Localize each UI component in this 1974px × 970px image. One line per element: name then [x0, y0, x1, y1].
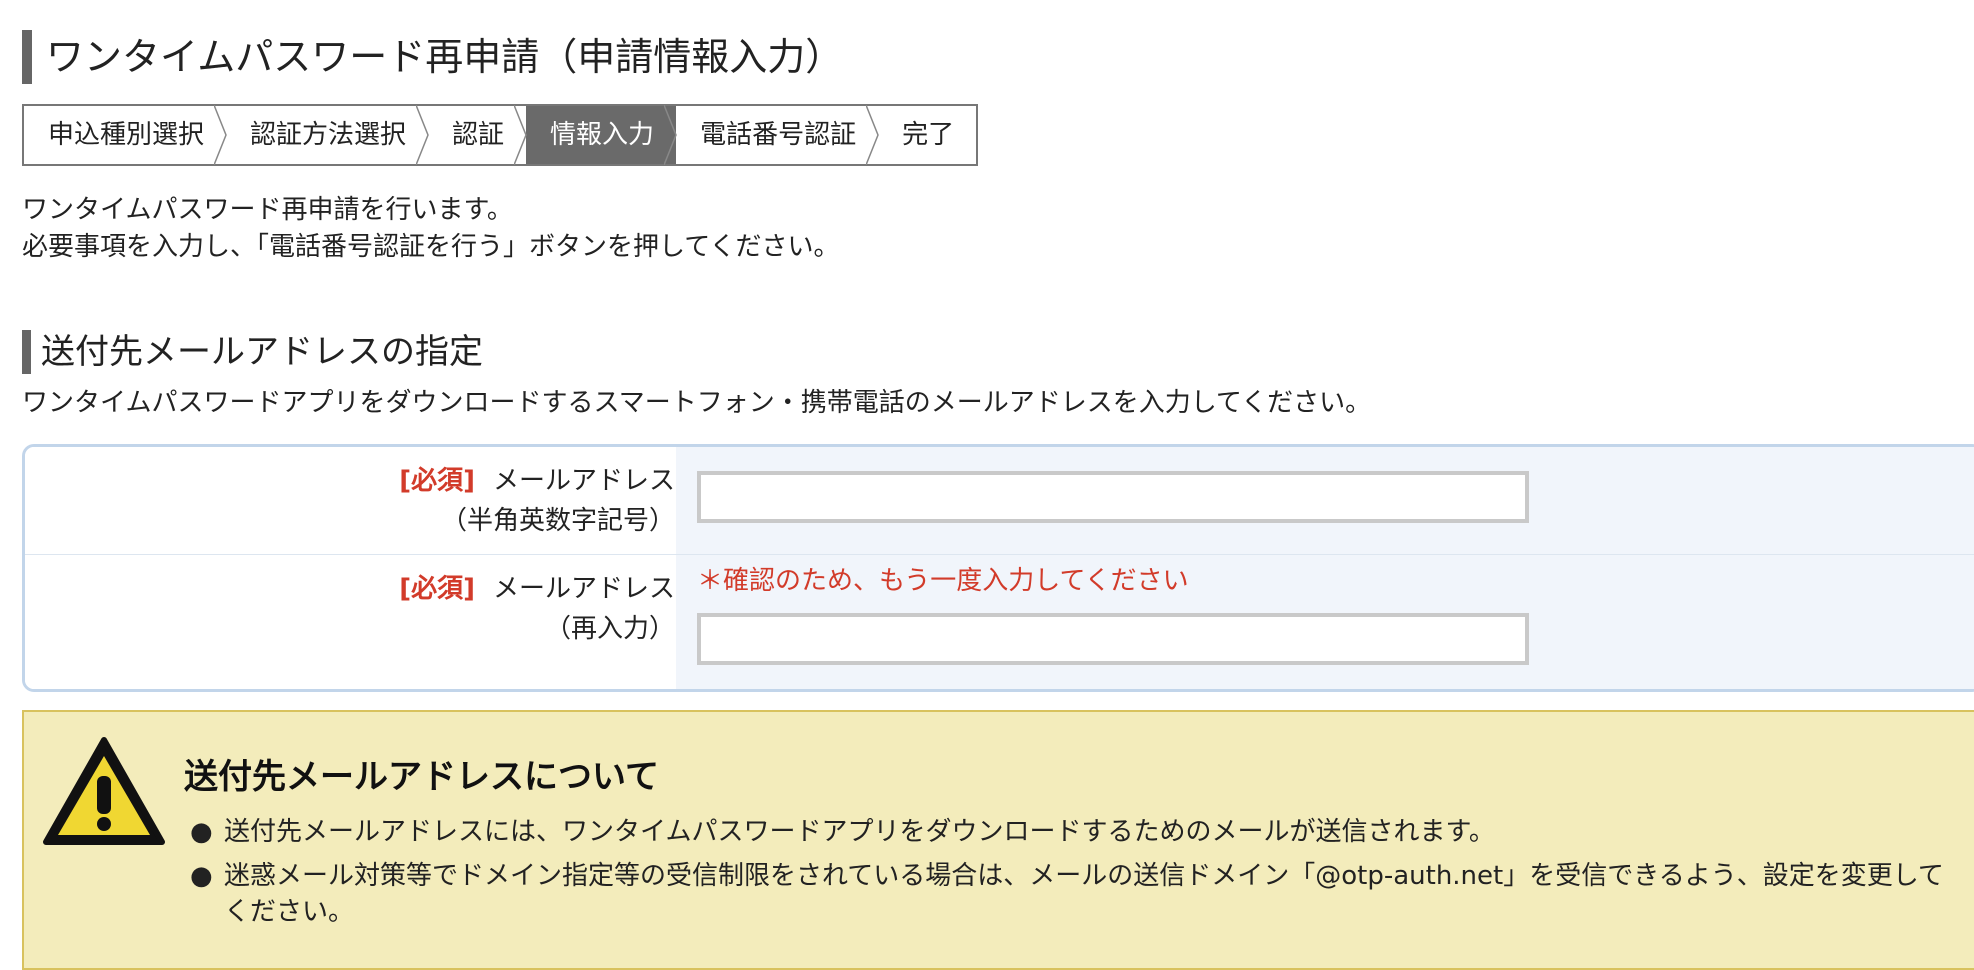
step-label: 認証	[452, 120, 505, 150]
chevron-right-icon	[866, 105, 879, 165]
required-badge: [必須]	[399, 466, 475, 496]
step-label: 申込種別選択	[48, 120, 205, 150]
email-form: [必須] メールアドレス （半角英数字記号） [必須] メールアドレス （再入力） …	[22, 444, 1974, 692]
email-input-cell	[676, 447, 1974, 554]
notice-item-text: 送付先メールアドレスには、ワンタイムパスワードアプリをダウンロードするためのメー…	[224, 817, 1495, 847]
notice-box: 送付先メールアドレスについて ● 送付先メールアドレスには、ワンタイムパスワード…	[22, 710, 1974, 970]
chevron-right-icon	[514, 105, 527, 165]
email-label: [必須] メールアドレス （半角英数字記号）	[25, 447, 675, 554]
step-label: 電話番号認証	[700, 120, 857, 150]
step-label: 情報入力	[550, 120, 655, 150]
progress-steps: 申込種別選択 認証方法選択 認証 情報入力 電話番号認証 完了	[22, 104, 979, 166]
step-label: 認証方法選択	[250, 120, 407, 150]
section-description: ワンタイムパスワードアプリをダウンロードするスマートフォン・携帯電話のメールアド…	[22, 388, 1372, 418]
chevron-right-icon	[416, 105, 429, 165]
notice-list: ● 送付先メールアドレスには、ワンタイムパスワードアプリをダウンロードするための…	[190, 814, 1960, 938]
intro-line-2: 必要事項を入力し、「電話番号認証を行う」ボタンを押してください。	[22, 232, 840, 262]
email-sublabel: （半角英数字記号）	[440, 506, 675, 536]
email-confirm-sublabel: （再入力）	[544, 614, 675, 644]
step-auth: 認証	[428, 105, 527, 165]
bullet-icon: ●	[190, 861, 213, 891]
email-confirm-input-cell: ＊確認のため、もう一度入力してください	[676, 555, 1974, 689]
intro-line-1: ワンタイムパスワード再申請を行います。	[22, 195, 513, 225]
step-label: 完了	[902, 120, 955, 150]
form-row-email: [必須] メールアドレス （半角英数字記号）	[25, 447, 1974, 555]
chevron-right-icon	[214, 105, 227, 165]
email-label-text: メールアドレス	[492, 466, 675, 496]
step-type-select: 申込種別選択	[24, 105, 227, 165]
step-phone-auth: 電話番号認証	[676, 105, 879, 165]
notice-title: 送付先メールアドレスについて	[184, 757, 659, 797]
notice-item: ● 迷惑メール対策等でドメイン指定等の受信制限をされている場合は、メールの送信ド…	[190, 858, 1960, 930]
bullet-icon: ●	[190, 817, 213, 847]
step-complete: 完了	[878, 106, 976, 164]
email-confirm-input[interactable]	[697, 613, 1529, 665]
warning-icon	[43, 737, 165, 845]
required-badge: [必須]	[399, 574, 475, 604]
section-title: 送付先メールアドレスの指定	[22, 330, 483, 374]
email-confirm-label: [必須] メールアドレス （再入力）	[25, 555, 675, 689]
step-info-input-current: 情報入力	[526, 105, 677, 165]
notice-item: ● 送付先メールアドレスには、ワンタイムパスワードアプリをダウンロードするための…	[190, 814, 1960, 850]
email-confirm-label-text: メールアドレス	[492, 574, 675, 604]
form-row-email-confirm: [必須] メールアドレス （再入力） ＊確認のため、もう一度入力してください	[25, 555, 1974, 689]
page-title: ワンタイムパスワード再申請（申請情報入力）	[22, 30, 843, 84]
notice-item-text: 迷惑メール対策等でドメイン指定等の受信制限をされている場合は、メールの送信ドメイ…	[224, 861, 1944, 927]
confirm-note: ＊確認のため、もう一度入力してください	[697, 566, 1189, 596]
step-auth-method: 認証方法選択	[226, 105, 429, 165]
chevron-right-icon	[664, 105, 677, 165]
intro-text: ワンタイムパスワード再申請を行います。 必要事項を入力し、「電話番号認証を行う」…	[22, 192, 839, 266]
email-input[interactable]	[697, 471, 1529, 523]
